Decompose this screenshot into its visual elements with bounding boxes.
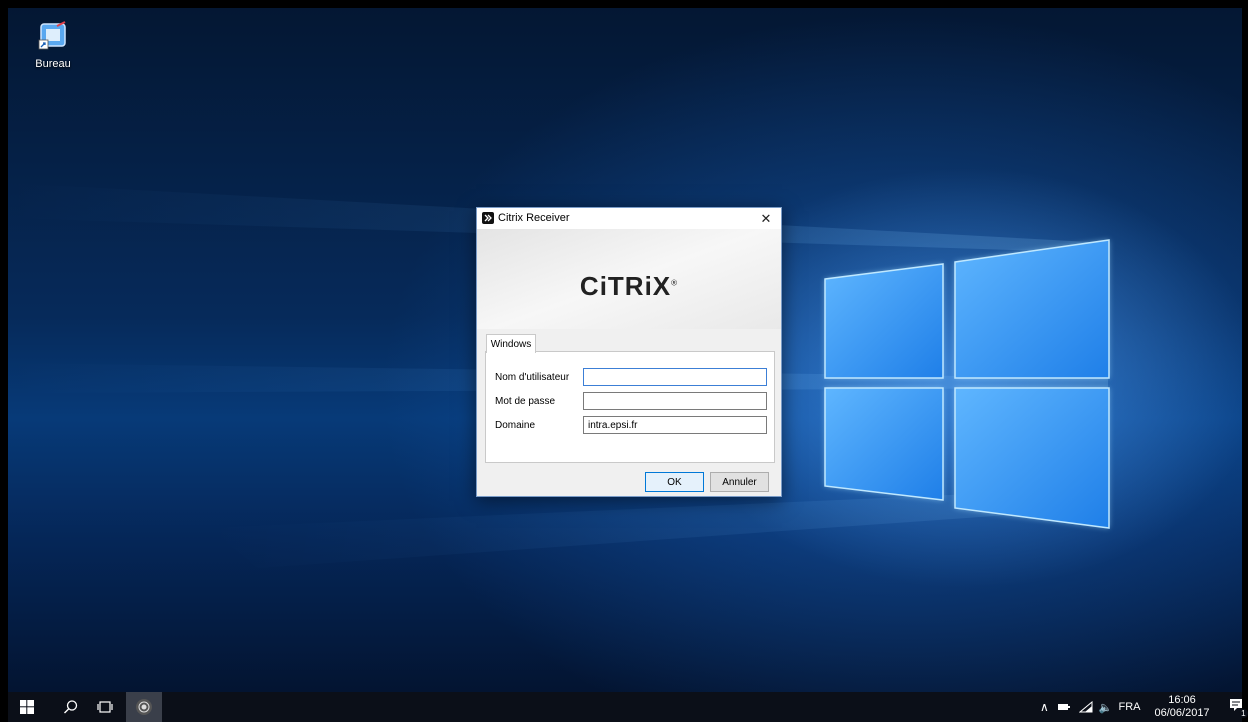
close-button[interactable]: ✕	[751, 208, 781, 229]
username-label: Nom d'utilisateur	[495, 372, 570, 383]
show-hidden-icons-chevron-icon[interactable]: ∧	[1040, 700, 1049, 714]
taskbar-citrix-app[interactable]	[126, 692, 162, 722]
registered-mark: ®	[671, 278, 679, 288]
start-button[interactable]	[8, 692, 46, 722]
citrix-app-icon	[482, 212, 494, 224]
taskbar: ∧ 🔈 FRA 16:06 06/06/2017 1	[8, 692, 1248, 722]
desktop-shortcut-icon	[38, 21, 66, 50]
search-icon	[64, 700, 78, 714]
search-button[interactable]	[54, 692, 88, 722]
task-view-button[interactable]	[88, 692, 122, 722]
cancel-button[interactable]: Annuler	[710, 472, 769, 492]
dialog-title: Citrix Receiver	[498, 212, 570, 224]
action-center-button[interactable]: 1	[1228, 697, 1248, 718]
citrix-logo: CiTRiX®	[477, 271, 781, 302]
desktop-shortcut-label: Bureau	[35, 58, 71, 70]
system-tray: ∧ 🔈 FRA 16:06 06/06/2017 1	[1040, 692, 1248, 722]
notification-count-badge: 1	[1239, 709, 1248, 718]
task-view-icon	[97, 701, 113, 713]
dialog-titlebar[interactable]: Citrix Receiver ✕	[477, 208, 781, 229]
wifi-icon[interactable]	[1078, 701, 1093, 713]
citrix-banner: CiTRiX®	[477, 229, 781, 329]
domain-field[interactable]	[583, 416, 767, 434]
password-field[interactable]	[583, 392, 767, 410]
login-panel: Nom d'utilisateur Mot de passe Domaine	[485, 351, 775, 463]
volume-icon[interactable]: 🔈	[1099, 701, 1113, 714]
clock[interactable]: 16:06 06/06/2017	[1155, 694, 1210, 720]
clock-time: 16:06	[1168, 694, 1196, 706]
tab-windows[interactable]: Windows	[486, 334, 536, 353]
desktop-shortcut-bureau[interactable]: Bureau	[28, 20, 78, 70]
battery-icon[interactable]	[1057, 702, 1071, 712]
close-icon: ✕	[760, 210, 772, 226]
password-label: Mot de passe	[495, 396, 556, 407]
citrix-logo-text: CiTRiX	[579, 271, 672, 301]
citrix-login-dialog: Citrix Receiver ✕ CiTRiX® Windows Nom d'…	[476, 207, 782, 497]
domain-label: Domaine	[495, 420, 536, 431]
language-indicator[interactable]: FRA	[1119, 701, 1141, 713]
citrix-receiver-taskbar-icon	[136, 699, 152, 715]
ok-button[interactable]: OK	[645, 472, 704, 492]
windows-start-icon	[20, 700, 34, 714]
username-field[interactable]	[583, 368, 767, 386]
clock-date: 06/06/2017	[1154, 707, 1210, 719]
